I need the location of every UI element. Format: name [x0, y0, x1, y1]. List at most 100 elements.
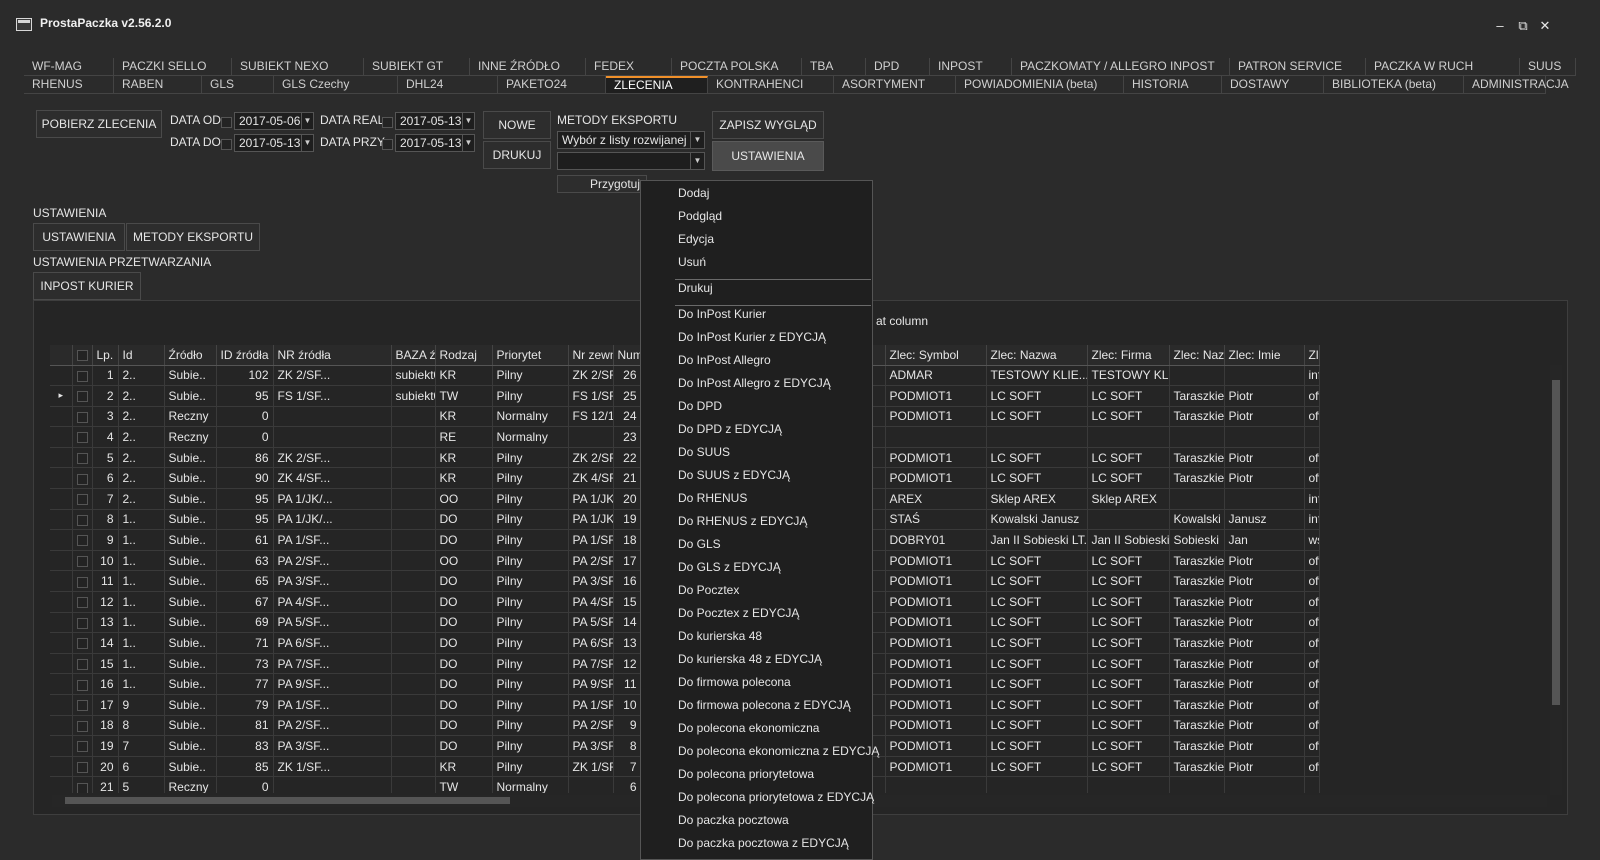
date-from-checkbox[interactable]	[221, 117, 232, 128]
tab-patron-service[interactable]: PATRON SERVICE	[1230, 58, 1366, 76]
tab-biblioteka-beta[interactable]: BIBLIOTEKA (beta)	[1324, 76, 1464, 94]
row-checkbox-cell[interactable]	[72, 612, 93, 634]
row-header-cell[interactable]	[50, 570, 73, 593]
date-from-field[interactable]: 2017-05-06 ▼	[234, 112, 314, 130]
row-checkbox[interactable]	[76, 370, 88, 382]
row-checkbox-cell[interactable]	[72, 756, 93, 778]
menu-item-do-rhenus-z-edycj[interactable]: Do RHENUS z EDYCJĄ	[678, 514, 807, 528]
row-checkbox[interactable]	[76, 453, 88, 464]
row-checkbox-cell[interactable]	[72, 735, 93, 757]
menu-item-do-gls-z-edycj[interactable]: Do GLS z EDYCJĄ	[678, 560, 781, 574]
tab-historia[interactable]: HISTORIA	[1124, 76, 1222, 94]
date-real-field[interactable]: 2017-05-13 ▼	[395, 112, 475, 130]
row-checkbox[interactable]	[76, 782, 88, 793]
menu-item-podgl-d[interactable]: Podgląd	[678, 209, 722, 223]
print-button[interactable]: DRUKUJ	[483, 141, 551, 169]
row-header-cell[interactable]	[50, 426, 73, 448]
row-header-cell[interactable]	[50, 591, 73, 613]
row-header-cell[interactable]	[50, 632, 73, 654]
row-header-cell[interactable]	[50, 612, 73, 634]
tab-paczka-w-ruch[interactable]: PACZKA W RUCH	[1366, 58, 1520, 76]
row-checkbox-cell[interactable]	[72, 570, 93, 593]
tab-inpost[interactable]: INPOST	[930, 58, 1012, 76]
row-header-cell[interactable]: ▸	[50, 385, 73, 407]
tab-kontrahenci[interactable]: KONTRAHENCI	[708, 76, 834, 94]
tab-zlecenia[interactable]: ZLECENIA	[606, 76, 708, 94]
chevron-down-icon[interactable]: ▼	[690, 153, 704, 169]
row-header-cell[interactable]	[50, 653, 73, 675]
column-header[interactable]: Numer	[613, 345, 642, 366]
row-checkbox-cell[interactable]	[72, 365, 93, 387]
export-methods-button[interactable]: METODY EKSPORTU	[126, 223, 260, 251]
row-checkbox-cell[interactable]	[72, 467, 93, 490]
row-header-cell[interactable]	[50, 550, 73, 572]
row-header-cell[interactable]	[50, 509, 73, 531]
column-header[interactable]: BAZA źródło	[391, 345, 436, 366]
column-header[interactable]: Id	[118, 345, 165, 366]
menu-item-do-rhenus[interactable]: Do RHENUS	[678, 491, 747, 505]
tab-asortyment[interactable]: ASORTYMENT	[834, 76, 956, 94]
row-checkbox-cell[interactable]	[72, 406, 93, 428]
tab-gls-czechy[interactable]: GLS Czechy	[274, 76, 398, 94]
tab-fedex[interactable]: FEDEX	[586, 58, 672, 76]
tab-poczta-polska[interactable]: POCZTA POLSKA	[672, 58, 802, 76]
menu-item-do-polecona-priorytetowa-z-edycj[interactable]: Do polecona priorytetowa z EDYCJĄ	[678, 790, 874, 804]
row-checkbox-cell[interactable]	[72, 632, 93, 654]
tab-suus[interactable]: SUUS	[1520, 58, 1576, 76]
chevron-down-icon[interactable]: ▼	[301, 113, 313, 129]
column-header[interactable]: Priorytet	[492, 345, 569, 366]
row-checkbox-cell[interactable]	[72, 509, 93, 531]
row-checkbox-cell[interactable]	[72, 426, 93, 448]
row-checkbox-cell[interactable]	[72, 488, 93, 510]
row-checkbox[interactable]	[76, 391, 88, 403]
settings-tab-button[interactable]: USTAWIENIA	[33, 223, 125, 251]
new-button[interactable]: NOWE	[483, 111, 551, 139]
close-button[interactable]: ✕	[1535, 17, 1555, 35]
menu-item-do-pocztex[interactable]: Do Pocztex	[678, 583, 739, 597]
date-przy-field[interactable]: 2017-05-13 ▼	[395, 134, 475, 152]
row-header-cell[interactable]	[50, 529, 73, 551]
row-checkbox[interactable]	[76, 679, 88, 691]
column-header[interactable]: Zlec: Firma	[1087, 345, 1170, 366]
prepare-button[interactable]: Przygotuj	[557, 175, 647, 193]
row-header-cell[interactable]	[50, 756, 73, 778]
row-header-cell[interactable]	[50, 735, 73, 757]
vertical-scroll-thumb[interactable]	[1552, 380, 1560, 705]
row-header-cell[interactable]	[50, 776, 73, 793]
tab-dhl24[interactable]: DHL24	[398, 76, 498, 94]
row-checkbox[interactable]	[76, 597, 88, 609]
row-checkbox-cell[interactable]	[72, 715, 93, 737]
row-checkbox-cell[interactable]	[72, 653, 93, 675]
menu-item-do-firmowa-polecona[interactable]: Do firmowa polecona	[678, 675, 791, 689]
column-header[interactable]: Lp.	[92, 345, 119, 366]
row-header-cell[interactable]	[50, 406, 73, 428]
menu-item-do-polecona-ekonomiczna[interactable]: Do polecona ekonomiczna	[678, 721, 819, 735]
menu-item-do-inpost-kurier[interactable]: Do InPost Kurier	[678, 307, 766, 321]
row-checkbox[interactable]	[76, 658, 88, 670]
tab-gls[interactable]: GLS	[202, 76, 274, 94]
row-checkbox[interactable]	[76, 432, 88, 444]
row-checkbox-cell[interactable]	[72, 447, 93, 469]
row-checkbox[interactable]	[76, 576, 88, 588]
column-header[interactable]: Zlec: Nazwisko	[1169, 345, 1225, 366]
menu-item-do-inpost-allegro-z-edycj[interactable]: Do InPost Allegro z EDYCJĄ	[678, 376, 831, 390]
column-header[interactable]: Nr zewnerzny	[568, 345, 614, 366]
settings-button[interactable]: USTAWIENIA	[712, 141, 824, 171]
menu-item-do-dpd[interactable]: Do DPD	[678, 399, 722, 413]
minimize-button[interactable]: –	[1490, 17, 1510, 35]
row-header-cell[interactable]	[50, 467, 73, 490]
column-header[interactable]: Zlec: Nazwa	[986, 345, 1088, 366]
row-checkbox[interactable]	[76, 494, 88, 506]
fetch-orders-button[interactable]: POBIERZ ZLECENIA	[36, 110, 162, 138]
save-layout-button[interactable]: ZAPISZ WYGLĄD	[712, 111, 824, 139]
tab-raben[interactable]: RABEN	[114, 76, 202, 94]
row-checkbox-cell[interactable]	[72, 529, 93, 551]
menu-item-edycja[interactable]: Edycja	[678, 232, 714, 246]
menu-item-do-polecona-priorytetowa[interactable]: Do polecona priorytetowa	[678, 767, 814, 781]
export-method-select-2[interactable]: ▼	[557, 152, 705, 170]
menu-item-usu[interactable]: Usuń	[678, 255, 706, 269]
row-header-cell[interactable]	[50, 447, 73, 469]
date-to-field[interactable]: 2017-05-13 ▼	[234, 134, 314, 152]
restore-button[interactable]: ⧉	[1513, 17, 1533, 35]
chevron-down-icon[interactable]: ▼	[462, 135, 474, 151]
